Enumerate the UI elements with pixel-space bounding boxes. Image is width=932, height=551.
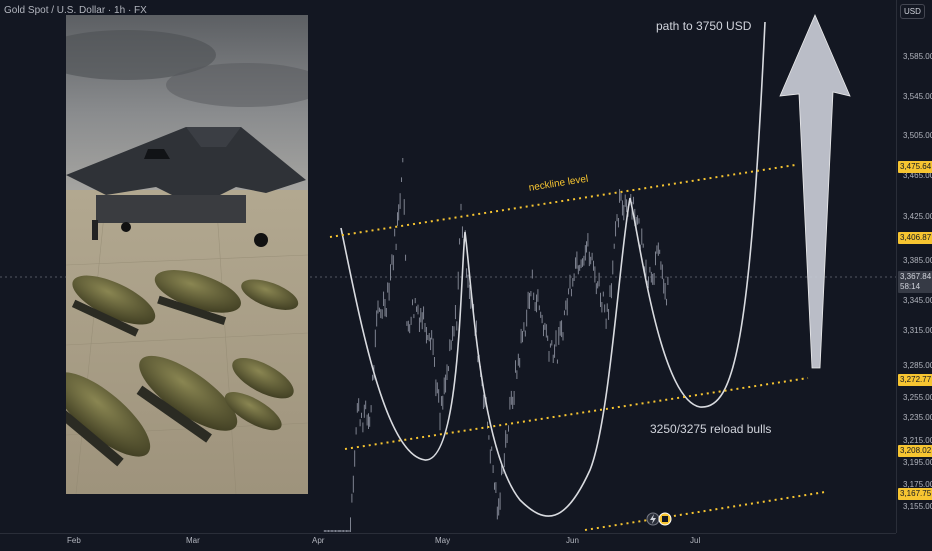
reload-label[interactable]: 3250/3275 reload bulls	[650, 422, 771, 436]
y-tick: 3,545.00	[903, 92, 932, 101]
path-target-label[interactable]: path to 3750 USD	[656, 19, 751, 33]
price-tag: 3,208.02	[898, 445, 932, 457]
lower-dotted-line	[584, 491, 826, 531]
y-tick: 3,215.00	[903, 436, 932, 445]
y-tick: 3,255.00	[903, 393, 932, 402]
y-tick: 3,505.00	[903, 131, 932, 140]
y-tick: 3,345.00	[903, 296, 932, 305]
y-tick: 3,155.00	[903, 502, 932, 511]
price-tag: 3,406.87	[898, 232, 932, 244]
y-tick: 3,235.00	[903, 413, 932, 422]
price-tag: 3,167.75	[898, 488, 932, 500]
x-tick: May	[435, 536, 451, 545]
y-tick: 3,385.00	[903, 256, 932, 265]
y-tick: 3,285.00	[903, 361, 932, 370]
x-tick: Feb	[67, 536, 81, 545]
current-price-tag: 3,367.84 58:14	[898, 271, 932, 293]
x-tick: Jul	[690, 536, 701, 545]
bomber-photo	[66, 15, 308, 494]
up-arrow	[779, 13, 851, 369]
support-dotted-line	[344, 377, 809, 450]
x-tick: Apr	[312, 536, 325, 545]
x-tick: Mar	[186, 536, 200, 545]
bar-countdown: 58:14	[900, 282, 921, 291]
event-glyph	[662, 516, 668, 522]
y-tick: 3,425.00	[903, 212, 932, 221]
current-price-value: 3,367.84	[900, 272, 932, 281]
x-tick: Jun	[566, 536, 579, 545]
candle-series	[323, 158, 669, 532]
currency-button[interactable]: USD	[900, 4, 925, 19]
y-tick: 3,585.00	[903, 52, 932, 61]
y-tick: 3,195.00	[903, 458, 932, 467]
y-tick: 3,315.00	[903, 326, 932, 335]
price-tag: 3,475.64	[898, 161, 932, 173]
pattern-curve	[340, 21, 766, 517]
price-tag: 3,272.77	[898, 374, 932, 386]
